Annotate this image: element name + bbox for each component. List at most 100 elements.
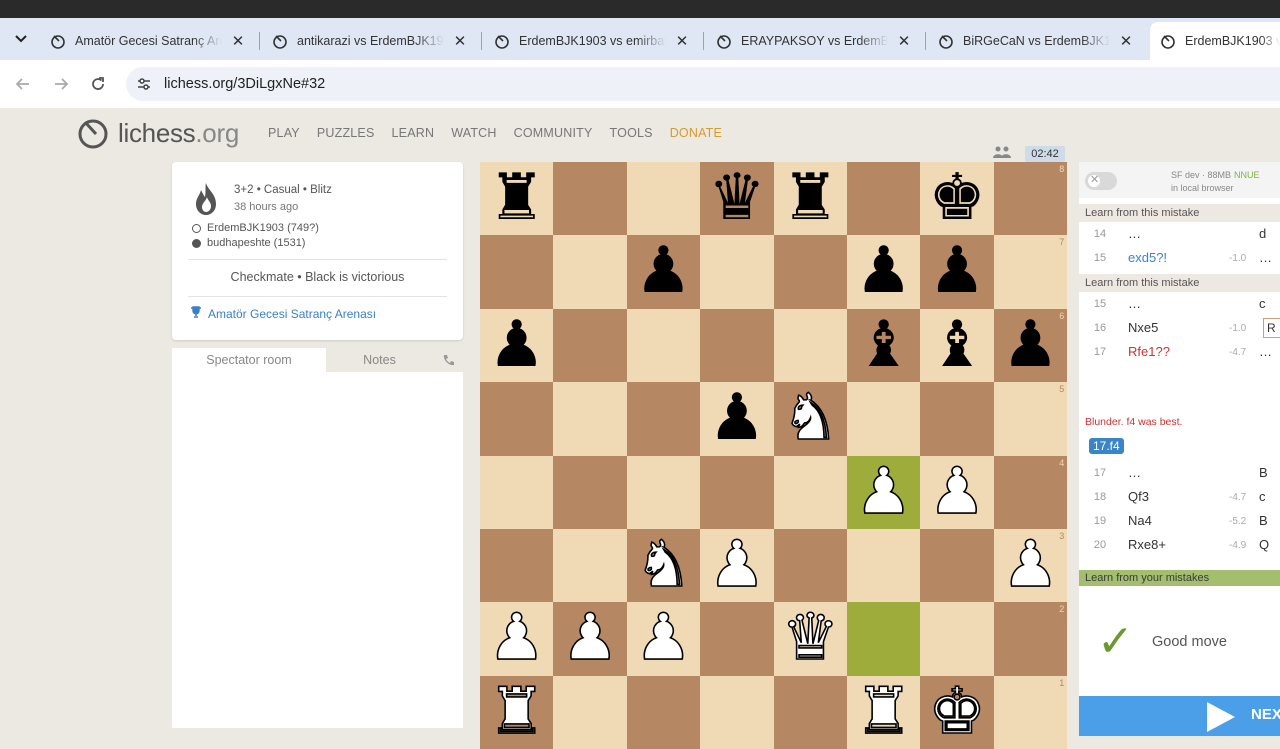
black-rook-icon[interactable]: ♜: [774, 161, 847, 235]
reload-icon[interactable]: [87, 73, 109, 95]
board-square[interactable]: [920, 529, 994, 603]
board-square[interactable]: [553, 308, 627, 383]
move-san-black[interactable]: …: [1259, 344, 1272, 359]
close-tab-icon[interactable]: ✕: [674, 32, 690, 50]
board-square[interactable]: [553, 675, 627, 749]
black-bishop-icon[interactable]: ♝: [920, 308, 993, 382]
url-field[interactable]: lichess.org/3DiLgxNe#32: [126, 67, 1280, 101]
board-square[interactable]: [847, 162, 921, 236]
board-square[interactable]: [700, 602, 774, 676]
black-rook-icon[interactable]: ♜: [480, 161, 553, 235]
white-pawn-icon[interactable]: ♟: [553, 601, 626, 676]
white-pawn-icon[interactable]: ♟: [700, 527, 773, 602]
close-tab-icon[interactable]: ✕: [230, 32, 246, 50]
move-san-black[interactable]: Q: [1259, 537, 1269, 552]
black-king-icon[interactable]: ♚: [920, 161, 993, 235]
move-row[interactable]: 17 … B: [1079, 461, 1280, 485]
white-queen-icon[interactable]: ♛: [774, 601, 847, 676]
board-square[interactable]: [626, 382, 701, 456]
next-button[interactable]: NEXT: [1079, 696, 1280, 736]
board-square[interactable]: [480, 382, 554, 456]
site-logo[interactable]: lichess.org: [76, 116, 239, 150]
tab-search-chevron-icon[interactable]: [8, 26, 34, 52]
board-square[interactable]: [553, 455, 627, 529]
move-row[interactable]: 14 … d: [1079, 222, 1280, 246]
best-move-pill[interactable]: 17.f4: [1089, 438, 1124, 454]
white-king-icon[interactable]: ♚: [920, 674, 993, 749]
black-pawn-icon[interactable]: ♟: [627, 234, 700, 308]
move-row[interactable]: 20 Rxe8+ -4.9 Q: [1079, 533, 1280, 557]
move-row[interactable]: 17 Rfe1?? -4.7…: [1079, 340, 1280, 364]
move-san-black[interactable]: c: [1259, 296, 1266, 311]
move-row[interactable]: 18 Qf3 -4.7 c: [1079, 485, 1280, 509]
browser-tab[interactable]: ErdemBJK1903 vs: [1150, 22, 1280, 60]
close-tab-icon[interactable]: ✕: [896, 32, 912, 50]
move-san[interactable]: Rfe1??: [1128, 344, 1170, 359]
black-bishop-icon[interactable]: ♝: [847, 308, 920, 382]
move-san[interactable]: Na4: [1128, 513, 1152, 528]
white-pawn-icon[interactable]: ♟: [920, 454, 993, 529]
board-square[interactable]: [773, 308, 847, 383]
white-pawn-icon[interactable]: ♟: [994, 527, 1067, 602]
board-square[interactable]: [626, 162, 701, 236]
nav-community[interactable]: COMMUNITY: [514, 126, 593, 140]
move-san-black[interactable]: R: [1263, 318, 1280, 338]
white-knight-icon[interactable]: ♞: [627, 527, 700, 602]
white-pawn-icon[interactable]: ♟: [627, 601, 700, 676]
move-san[interactable]: Rxe8+: [1128, 537, 1166, 552]
engine-toggle[interactable]: ✕: [1085, 172, 1117, 190]
board-square[interactable]: [993, 602, 1068, 676]
tournament-link[interactable]: Amatör Gecesi Satranç Arenası: [190, 306, 376, 321]
board-square[interactable]: [993, 235, 1068, 309]
close-tab-icon[interactable]: ✕: [1118, 32, 1134, 50]
nav-donate[interactable]: DONATE: [670, 126, 722, 140]
board-square[interactable]: [626, 308, 701, 383]
black-queen-icon[interactable]: ♛: [700, 161, 773, 235]
black-pawn-icon[interactable]: ♟: [994, 308, 1067, 382]
nav-puzzles[interactable]: PUZZLES: [317, 126, 375, 140]
nav-tools[interactable]: TOOLS: [610, 126, 653, 140]
move-san[interactable]: …: [1128, 226, 1141, 241]
board-square[interactable]: [993, 382, 1068, 456]
move-san-black[interactable]: c: [1259, 489, 1266, 504]
white-rook-icon[interactable]: ♜: [847, 674, 920, 749]
move-san-black[interactable]: B: [1259, 465, 1268, 480]
board-square[interactable]: [847, 382, 921, 456]
browser-tab[interactable]: ErdemBJK1903 vs emirbatu ✕: [484, 24, 700, 58]
board-square[interactable]: [480, 455, 554, 529]
nav-watch[interactable]: WATCH: [451, 126, 496, 140]
white-pawn-icon[interactable]: ♟: [847, 454, 920, 529]
board-square[interactable]: [553, 235, 627, 309]
board-square[interactable]: [626, 455, 701, 529]
close-tab-icon[interactable]: ✕: [452, 32, 468, 50]
move-row[interactable]: 19 Na4 -5.2 B: [1079, 509, 1280, 533]
board-square[interactable]: [920, 382, 994, 456]
move-row[interactable]: 15 … c: [1079, 292, 1280, 316]
board-square[interactable]: [920, 602, 994, 676]
browser-tab[interactable]: BiRGeCaN vs ErdemBJK1903 ✕: [928, 24, 1144, 58]
chess-board[interactable]: 8 7 6 5 4 3 2 1 ♜ ♛ ♜ ♚ ♟ ♟ ♟ ♟ ♝ ♝ ♟ ♟ ♞ ♟ ♟ ♞ ♟ ♟ ♟ ♟ ♟ ♛ ♜ ♜ ♚: [480, 161, 1068, 749]
move-san[interactable]: exd5?!: [1128, 250, 1167, 265]
site-settings-icon[interactable]: [136, 76, 152, 92]
board-square[interactable]: [700, 455, 774, 529]
learn-mistake-header[interactable]: Learn from this mistake: [1079, 274, 1280, 292]
forward-icon[interactable]: [50, 73, 72, 95]
board-square[interactable]: [773, 235, 847, 309]
browser-tab[interactable]: antikarazi vs ErdemBJK1903 ✕: [262, 24, 478, 58]
black-pawn-icon[interactable]: ♟: [920, 234, 993, 308]
move-row[interactable]: 15 exd5?! -1.0…: [1079, 246, 1280, 270]
learn-mistake-header[interactable]: Learn from this mistake: [1079, 204, 1280, 222]
board-square[interactable]: [847, 529, 921, 603]
board-square[interactable]: [553, 382, 627, 456]
board-square[interactable]: [480, 529, 554, 603]
board-square[interactable]: [773, 455, 847, 529]
board-square[interactable]: [700, 235, 774, 309]
browser-tab[interactable]: ERAYPAKSOY vs ErdemBJK1903 ✕: [706, 24, 922, 58]
move-san-black[interactable]: …: [1259, 250, 1272, 265]
board-square[interactable]: [553, 162, 627, 236]
browser-tab[interactable]: Amatör Gecesi Satranç Arenası ✕: [40, 24, 256, 58]
board-square[interactable]: [993, 455, 1068, 529]
move-san[interactable]: Nxe5: [1128, 320, 1158, 335]
move-row[interactable]: 16 Nxe5 -1.0 R: [1079, 316, 1280, 340]
black-pawn-icon[interactable]: ♟: [847, 234, 920, 308]
